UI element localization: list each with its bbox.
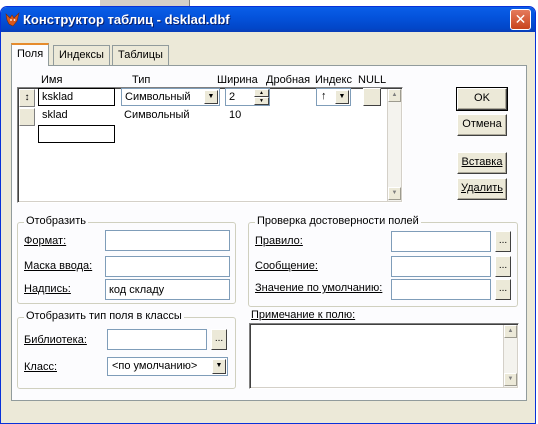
ok-button[interactable]: OK [456,87,508,111]
default-value-builder-button[interactable]: ... [495,279,511,300]
close-icon: ✕ [514,11,527,27]
message-label: Сообщение: [255,260,318,272]
index-ascending-icon: ↑ [321,90,327,102]
class-label: Класс: [24,361,57,373]
spin-down-icon[interactable]: ▼ [254,97,269,105]
field-width-spinner[interactable]: 2 ▲ ▼ [225,88,270,106]
display-group-title: Отобразить [24,215,88,227]
library-label: Библиотека: [24,334,87,346]
scroll-up-icon[interactable]: ▲ [388,89,401,102]
delete-button[interactable]: Удалить [457,178,507,200]
validation-group-title: Проверка достоверности полей [255,215,421,227]
chevron-down-icon[interactable]: ▼ [335,90,349,104]
input-mask-input[interactable] [105,256,230,277]
rule-label: Правило: [255,235,303,247]
title-bar[interactable]: Конструктор таблиц - dsklad.dbf ✕ [1,7,535,32]
format-input[interactable] [105,230,230,251]
tab-tables[interactable]: Таблицы [112,45,169,65]
column-header-null: NULL [358,74,387,86]
field-index-select[interactable]: ↑ ▼ [316,88,351,106]
field-name-cell[interactable]: sklad [42,109,68,121]
field-type-cell[interactable]: Символьный [124,109,190,121]
chevron-down-icon[interactable]: ▼ [212,359,226,374]
message-builder-button[interactable]: ... [495,256,511,277]
class-select[interactable]: <по умолчанию> ▼ [107,357,228,376]
delete-button-label: Удалить [461,182,503,194]
close-button[interactable]: ✕ [510,9,531,30]
column-header-type: Тип [132,74,151,86]
new-field-name-input[interactable] [38,125,115,143]
rule-builder-button[interactable]: ... [495,231,511,252]
chevron-down-icon[interactable]: ▼ [204,90,218,104]
table-designer-window: Конструктор таблиц - dsklad.dbf ✕ Поля И… [0,6,536,424]
field-width-value: 2 [229,91,236,103]
field-type-value: Символьный [125,91,191,103]
grid-scrollbar[interactable]: ▲ ▼ [387,89,401,201]
format-label: Формат: [24,235,67,247]
row-selector-1[interactable]: ↕ [19,89,35,107]
scroll-up-icon[interactable]: ▲ [504,325,517,338]
tab-indexes-label: Индексы [59,49,104,61]
row-move-icon: ↕ [24,92,30,103]
tab-tables-label: Таблицы [118,49,163,61]
cancel-button[interactable]: Отмена [457,114,507,136]
message-input[interactable] [391,256,491,277]
insert-button[interactable]: Вставка [457,152,507,174]
rule-input[interactable] [391,231,491,252]
caption-label: Надпись: [24,283,71,295]
scroll-down-icon[interactable]: ▼ [504,373,517,386]
insert-button-label: Вставка [461,156,503,168]
row-selector-2[interactable] [19,108,35,126]
column-header-width: Ширина [217,74,258,86]
cancel-button-label: Отмена [462,118,502,130]
scroll-down-icon[interactable]: ▼ [388,187,401,200]
tab-indexes[interactable]: Индексы [53,45,110,65]
column-header-index: Индекс [315,74,352,86]
field-name-input[interactable]: ksklad [38,88,115,106]
comment-scrollbar[interactable]: ▲ ▼ [503,325,517,387]
field-null-toggle[interactable] [363,88,381,106]
default-value-input[interactable] [391,279,491,300]
window-title: Конструктор таблиц - dsklad.dbf [23,12,230,27]
ok-button-label: OK [474,92,490,104]
field-class-group-title: Отобразить тип поля в классы [24,310,184,322]
foxpro-icon [5,12,20,27]
comment-label: Примечание к полю: [251,309,356,321]
library-input[interactable] [107,329,207,350]
field-width-cell[interactable]: 10 [229,109,241,121]
tab-fields-label: Поля [17,48,44,60]
field-class-group: Отобразить тип поля в классы [17,310,236,389]
class-select-value: <по умолчанию> [112,360,198,372]
input-mask-label: Маска ввода: [24,260,93,272]
default-value-label: Значение по умолчанию: [255,282,383,294]
column-header-decimal: Дробная [266,74,311,86]
column-header-name: Имя [41,74,63,86]
field-type-select[interactable]: Символьный ▼ [121,88,220,106]
spin-up-icon[interactable]: ▲ [254,89,269,97]
comment-textarea[interactable] [249,323,519,389]
tab-fields[interactable]: Поля [11,43,50,66]
caption-input[interactable]: код складу [105,279,230,300]
library-browse-button[interactable]: ... [211,329,227,350]
